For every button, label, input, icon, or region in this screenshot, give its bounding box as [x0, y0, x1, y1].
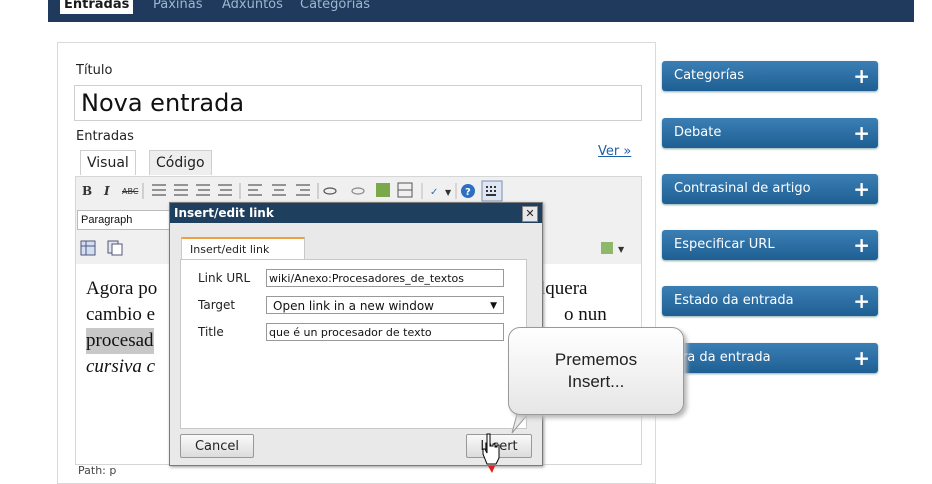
dialog-title: Insert/edit link [170, 203, 542, 223]
sidebar-box-contrasinal[interactable]: Contrasinal de artigo + [662, 174, 878, 204]
expand-plus-icon[interactable]: + [853, 230, 870, 260]
svg-text:?: ? [465, 187, 471, 198]
svg-text:▼: ▼ [445, 188, 452, 197]
chevron-down-icon: ▼ [490, 301, 497, 311]
top-tab-adxuntos[interactable]: Adxuntos [222, 0, 283, 14]
content-label: Entradas [76, 129, 134, 144]
sidebar-box-label: ora da entrada [674, 350, 771, 365]
svg-text:▼: ▼ [618, 245, 625, 254]
expand-plus-icon[interactable]: + [853, 118, 870, 148]
sidebar-box-label: Contrasinal de artigo [674, 181, 811, 196]
paste-icon[interactable] [106, 240, 124, 259]
sidebar-box-estado[interactable]: Estado da entrada + [662, 286, 878, 316]
top-navigation: Entradas Páxinas Adxuntos Categorías [0, 0, 932, 22]
editor-path: Path: p [78, 464, 117, 477]
editor-line-selected: procesad [86, 328, 154, 354]
svg-text:✓: ✓ [430, 187, 438, 198]
link-url-label: Link URL [198, 271, 251, 285]
link-title-input[interactable]: que é un procesador de texto [266, 323, 504, 341]
sidebar-box-label: Categorías [674, 68, 745, 83]
expand-plus-icon[interactable]: + [853, 174, 870, 204]
editor-line: lquera [540, 278, 588, 299]
hand-cursor-icon [482, 433, 500, 473]
title-field-label: Title [198, 325, 224, 339]
top-tab-categorias[interactable]: Categorías [300, 0, 370, 14]
instruction-callout: Prememos Insert... [508, 327, 684, 415]
expand-plus-icon[interactable]: + [853, 343, 870, 373]
sidebar-box-label: Especificar URL [674, 237, 775, 252]
tab-insert-edit-link[interactable]: Insert/edit link [181, 237, 305, 259]
target-select-value: Open link in a new window [273, 299, 434, 313]
title-input[interactable]: Nova entrada [74, 85, 642, 121]
editor-text-right: lquera o nun [540, 276, 607, 328]
top-tab-entradas[interactable]: Entradas [60, 0, 134, 14]
toolbar-icons: ✓ ▼ ? [142, 180, 503, 202]
sidebar-box-categorias[interactable]: Categorías + [662, 61, 878, 91]
tab-codigo[interactable]: Código [149, 150, 212, 175]
sidebar-box-label: Debate [674, 125, 722, 140]
title-label: Título [76, 63, 113, 78]
sidebar-box-label: Estado da entrada [674, 293, 794, 308]
link-url-input[interactable]: wiki/Anexo:Procesadores_de_textos [266, 269, 504, 287]
expand-plus-icon[interactable]: + [853, 61, 870, 91]
tab-visual[interactable]: Visual [80, 150, 136, 175]
format-select[interactable]: Paragraph [77, 210, 174, 230]
callout-line: Insert... [567, 372, 625, 391]
target-select[interactable]: Open link in a new window ▼ [266, 296, 504, 314]
expand-plus-icon[interactable]: + [853, 286, 870, 316]
sidebar-box-hora[interactable]: ora da entrada + [662, 343, 878, 373]
cancel-button[interactable]: Cancel [180, 434, 254, 458]
target-label: Target [198, 298, 236, 312]
text-color-icon[interactable]: ▼ [600, 240, 628, 259]
table-icon[interactable] [80, 240, 96, 259]
top-tab-paxinas[interactable]: Páxinas [153, 0, 203, 14]
close-icon[interactable]: ✕ [522, 206, 538, 222]
editor-line: o nun [564, 304, 607, 325]
sidebar-box-debate[interactable]: Debate + [662, 118, 878, 148]
sidebar-box-especificar-url[interactable]: Especificar URL + [662, 230, 878, 260]
callout-line: Prememos [554, 350, 638, 369]
view-link[interactable]: Ver » [598, 144, 631, 159]
